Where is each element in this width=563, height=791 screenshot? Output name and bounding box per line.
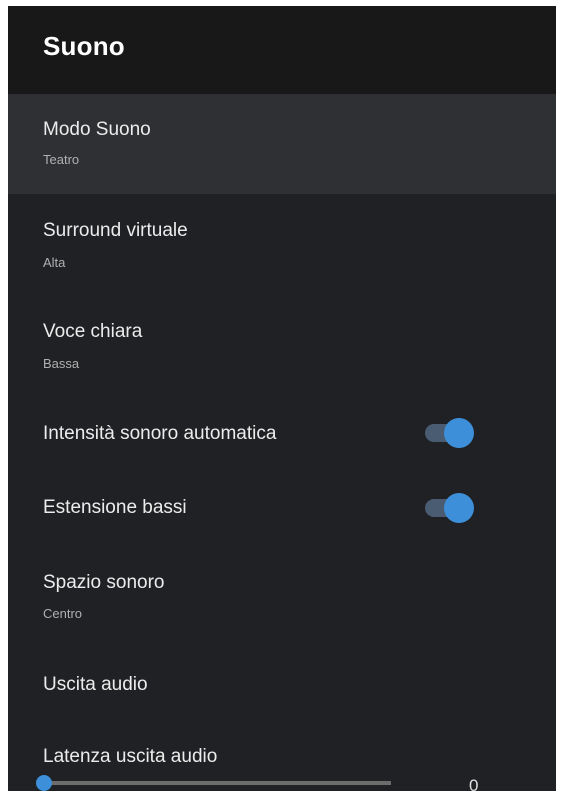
menu-item-label: Spazio sonoro <box>43 572 165 593</box>
menu-item-label: Voce chiara <box>43 321 143 342</box>
menu-item-label: Latenza uscita audio <box>43 746 218 767</box>
menu-item-label: Uscita audio <box>43 674 148 695</box>
menu-item-intensita-sonoro-automatica[interactable]: Intensità sonoro automatica <box>8 394 556 470</box>
menu-item-spazio-sonoro[interactable]: Spazio sonoro Centro <box>8 556 556 656</box>
menu-item-voce-chiara[interactable]: Voce chiara Bassa <box>8 294 556 394</box>
panel-header: Suono <box>8 6 556 94</box>
menu-item-estensione-bassi[interactable]: Estensione bassi <box>8 470 556 556</box>
menu-item-label: Intensità sonoro automatica <box>43 423 277 444</box>
menu-item-surround-virtuale[interactable]: Surround virtuale Alta <box>8 194 556 294</box>
menu-item-uscita-audio[interactable]: Uscita audio <box>8 656 556 726</box>
menu-item-label: Surround virtuale <box>43 220 188 241</box>
menu-item-label: Estensione bassi <box>43 497 187 518</box>
bass-extension-toggle[interactable] <box>425 492 475 524</box>
toggle-knob <box>444 493 474 523</box>
latency-slider-track[interactable] <box>43 781 391 785</box>
menu-item-label: Modo Suono <box>43 119 151 140</box>
menu-item-value: Alta <box>43 255 66 270</box>
toggle-knob <box>444 418 474 448</box>
menu-item-value: Centro <box>43 606 83 621</box>
sound-settings-panel: Suono Modo Suono Teatro Surround virtual… <box>8 6 556 791</box>
latency-slider-thumb[interactable] <box>36 775 52 791</box>
menu-item-modo-suono[interactable]: Modo Suono Teatro <box>8 94 556 194</box>
page-title: Suono <box>43 30 125 61</box>
latency-slider-value: 0 <box>469 776 479 791</box>
menu-item-latenza-uscita-audio[interactable]: Latenza uscita audio <box>8 726 556 771</box>
menu-item-value: Teatro <box>43 152 80 167</box>
menu-item-value: Bassa <box>43 356 80 371</box>
auto-volume-toggle[interactable] <box>425 417 475 449</box>
